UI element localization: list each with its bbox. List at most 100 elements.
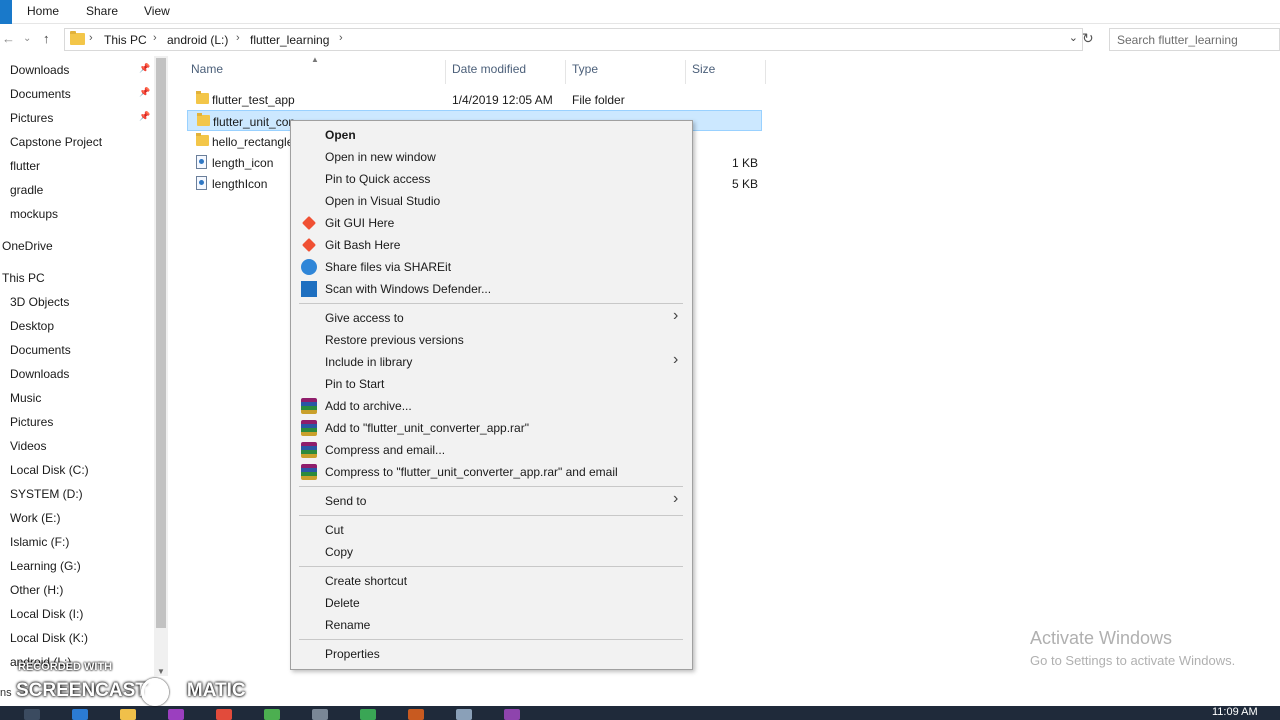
column-type[interactable]: Type bbox=[572, 62, 598, 82]
app-icon[interactable] bbox=[456, 709, 472, 720]
sidebar-item[interactable]: OneDrive bbox=[0, 235, 152, 257]
sidebar-item[interactable]: Documents 📌 bbox=[0, 83, 152, 105]
column-divider[interactable] bbox=[445, 60, 446, 84]
sidebar-item-label: Local Disk (K:) bbox=[10, 631, 89, 645]
sidebar-item[interactable]: Other (H:) bbox=[0, 579, 152, 601]
git-icon bbox=[301, 237, 317, 253]
context-menu-item[interactable]: Compress to "flutter_unit_converter_app.… bbox=[291, 461, 692, 483]
sidebar-item[interactable]: Documents bbox=[0, 339, 152, 361]
sidebar-item[interactable]: Local Disk (C:) bbox=[0, 459, 152, 481]
sidebar-item[interactable]: 3D Objects bbox=[0, 291, 152, 313]
scroll-down-icon[interactable]: ▼ bbox=[157, 667, 165, 676]
up-icon[interactable]: ↑ bbox=[43, 31, 50, 46]
sidebar-item[interactable]: Downloads bbox=[0, 363, 152, 385]
sidebar-item[interactable]: Local Disk (K:) bbox=[0, 627, 152, 649]
context-menu-item[interactable]: Delete bbox=[291, 592, 692, 614]
context-menu-item[interactable]: Pin to Start bbox=[291, 373, 692, 395]
scrollbar-thumb[interactable] bbox=[156, 58, 166, 628]
edge-icon[interactable] bbox=[72, 709, 88, 720]
sidebar-item[interactable]: Capstone Project bbox=[0, 131, 152, 153]
column-name[interactable]: Name bbox=[191, 62, 223, 82]
context-menu-item[interactable]: Add to "flutter_unit_converter_app.rar" bbox=[291, 417, 692, 439]
sidebar-scrollbar[interactable]: ▼ bbox=[154, 56, 168, 676]
sidebar-item-label: Other (H:) bbox=[10, 583, 64, 597]
taskbar-clock[interactable]: 11:09 AM bbox=[1212, 706, 1258, 718]
sidebar-item[interactable]: Pictures 📌 bbox=[0, 107, 152, 129]
context-menu-item[interactable]: Git Bash Here bbox=[291, 234, 692, 256]
chevron-right-icon[interactable]: › bbox=[236, 32, 240, 44]
column-size[interactable]: Size bbox=[692, 62, 715, 82]
context-menu-item[interactable]: Properties bbox=[291, 643, 692, 665]
context-menu-item[interactable]: Copy bbox=[291, 541, 692, 563]
recent-dropdown-icon[interactable]: ⌄ bbox=[23, 33, 31, 44]
breadcrumb-flutter-learning[interactable]: flutter_learning bbox=[250, 33, 329, 47]
tab-view[interactable]: View bbox=[144, 4, 170, 18]
file-explorer-icon[interactable] bbox=[120, 709, 136, 720]
menu-separator bbox=[299, 486, 683, 487]
sidebar-item[interactable]: Music bbox=[0, 387, 152, 409]
context-menu-item[interactable]: Git GUI Here bbox=[291, 212, 692, 234]
breadcrumb-this-pc[interactable]: This PC bbox=[104, 33, 147, 47]
sidebar-item[interactable]: Learning (G:) bbox=[0, 555, 152, 577]
tab-share[interactable]: Share bbox=[86, 4, 118, 18]
excel-icon[interactable] bbox=[360, 709, 376, 720]
breadcrumb-android[interactable]: android (L:) bbox=[167, 33, 228, 47]
sidebar-item[interactable]: Videos bbox=[0, 435, 152, 457]
recorder-icon[interactable] bbox=[408, 709, 424, 720]
context-menu-item[interactable]: Create shortcut bbox=[291, 570, 692, 592]
file-row[interactable]: flutter_test_app 1/4/2019 12:05 AM File fo… bbox=[187, 89, 762, 110]
context-menu-item[interactable]: Add to archive... bbox=[291, 395, 692, 417]
column-divider[interactable] bbox=[565, 60, 566, 84]
context-menu-item[interactable]: Pin to Quick access bbox=[291, 168, 692, 190]
context-menu-item[interactable]: Cut bbox=[291, 519, 692, 541]
menu-separator bbox=[299, 515, 683, 516]
column-divider[interactable] bbox=[685, 60, 686, 84]
search-input[interactable]: Search flutter_learning bbox=[1109, 28, 1280, 51]
chevron-right-icon[interactable]: › bbox=[89, 32, 93, 44]
context-menu-item[interactable]: Scan with Windows Defender... bbox=[291, 278, 692, 300]
chevron-right-icon[interactable]: › bbox=[339, 32, 343, 44]
app-icon[interactable] bbox=[312, 709, 328, 720]
sidebar-item[interactable]: SYSTEM (D:) bbox=[0, 483, 152, 505]
context-menu-item[interactable]: Give access to › bbox=[291, 307, 692, 329]
column-divider[interactable] bbox=[765, 60, 766, 84]
address-bar[interactable]: › This PC › android (L:) › flutter_learn… bbox=[64, 28, 1083, 51]
context-menu-item[interactable]: Restore previous versions bbox=[291, 329, 692, 351]
context-menu-item[interactable]: Include in library › bbox=[291, 351, 692, 373]
context-menu-item[interactable]: Send to › bbox=[291, 490, 692, 512]
chevron-down-icon[interactable]: ⌄ bbox=[1069, 31, 1078, 44]
sidebar-item[interactable]: flutter bbox=[0, 155, 152, 177]
menu-item-label: Rename bbox=[325, 618, 371, 632]
sidebar-item[interactable]: Local Disk (I:) bbox=[0, 603, 152, 625]
folder-icon bbox=[197, 113, 210, 126]
search-icon[interactable] bbox=[24, 709, 40, 720]
refresh-icon[interactable]: ↻ bbox=[1082, 30, 1094, 47]
menu-separator bbox=[299, 639, 683, 640]
context-menu-item[interactable]: Open in new window bbox=[291, 146, 692, 168]
context-menu-item[interactable]: Rename bbox=[291, 614, 692, 636]
context-menu-item[interactable]: Compress and email... bbox=[291, 439, 692, 461]
sidebar-item-label: 3D Objects bbox=[10, 295, 70, 309]
tab-home[interactable]: Home bbox=[27, 4, 59, 18]
android-studio-icon[interactable] bbox=[264, 709, 280, 720]
back-icon[interactable]: ← bbox=[2, 31, 15, 46]
visual-studio-icon[interactable] bbox=[168, 709, 184, 720]
chevron-right-icon[interactable]: › bbox=[153, 32, 157, 44]
sidebar-item[interactable]: This PC bbox=[0, 267, 152, 289]
file-tab[interactable] bbox=[0, 0, 12, 24]
context-menu-item[interactable]: Open in Visual Studio bbox=[291, 190, 692, 212]
sidebar-item[interactable]: mockups bbox=[0, 203, 152, 225]
sidebar-item-label: Downloads bbox=[10, 367, 70, 381]
file-name: flutter_unit_con bbox=[213, 115, 296, 129]
sidebar-item[interactable]: Desktop bbox=[0, 315, 152, 337]
sidebar-item[interactable]: gradle bbox=[0, 179, 152, 201]
app-icon[interactable] bbox=[504, 709, 520, 720]
sidebar-item[interactable]: Pictures bbox=[0, 411, 152, 433]
context-menu-item[interactable]: Share files via SHAREit bbox=[291, 256, 692, 278]
sidebar-item[interactable]: Downloads 📌 bbox=[0, 59, 152, 81]
chrome-icon[interactable] bbox=[216, 709, 232, 720]
sidebar-item[interactable]: Work (E:) bbox=[0, 507, 152, 529]
sidebar-item[interactable]: Islamic (F:) bbox=[0, 531, 152, 553]
column-date-modified[interactable]: Date modified bbox=[452, 62, 526, 82]
context-menu-item[interactable]: Open bbox=[291, 124, 692, 146]
